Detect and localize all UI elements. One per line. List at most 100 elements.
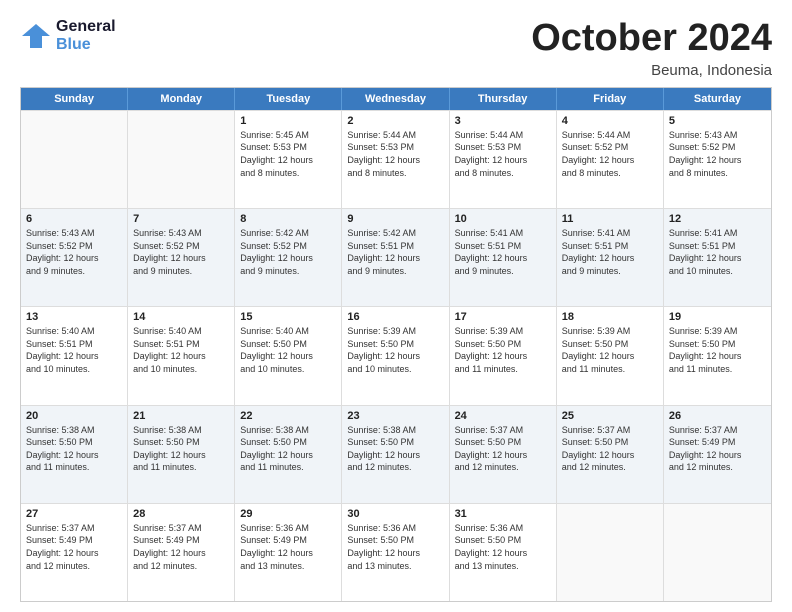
day-info: Sunrise: 5:42 AM Sunset: 5:51 PM Dayligh…	[347, 227, 443, 277]
calendar-row-3: 20 Sunrise: 5:38 AM Sunset: 5:50 PM Dayli…	[21, 405, 771, 503]
calendar-cell-r0-c2: 1 Sunrise: 5:45 AM Sunset: 5:53 PM Daylig…	[235, 111, 342, 208]
calendar-cell-r2-c4: 17 Sunrise: 5:39 AM Sunset: 5:50 PM Dayli…	[450, 307, 557, 404]
header-saturday: Saturday	[664, 88, 771, 110]
calendar-row-4: 27 Sunrise: 5:37 AM Sunset: 5:49 PM Dayli…	[21, 503, 771, 601]
calendar: Sunday Monday Tuesday Wednesday Thursday…	[20, 87, 772, 602]
calendar-cell-r4-c4: 31Sunrise: 5:36 AM Sunset: 5:50 PM Dayli…	[450, 504, 557, 601]
day-number: 17	[455, 311, 551, 323]
header-wednesday: Wednesday	[342, 88, 449, 110]
day-number: 28	[133, 508, 229, 520]
calendar-cell-r3-c5: 25 Sunrise: 5:37 AM Sunset: 5:50 PM Dayli…	[557, 406, 664, 503]
day-number: 3	[455, 115, 551, 127]
logo: GeneralBlue	[20, 18, 116, 53]
day-info: Sunrise: 5:42 AM Sunset: 5:52 PM Dayligh…	[240, 227, 336, 277]
day-info: Sunrise: 5:45 AM Sunset: 5:53 PM Dayligh…	[240, 129, 336, 179]
day-info: Sunrise: 5:43 AM Sunset: 5:52 PM Dayligh…	[133, 227, 229, 277]
day-number: 2	[347, 115, 443, 127]
calendar-cell-r4-c1: 28 Sunrise: 5:37 AM Sunset: 5:49 PM Dayli…	[128, 504, 235, 601]
calendar-cell-r0-c6: 5 Sunrise: 5:43 AM Sunset: 5:52 PM Daylig…	[664, 111, 771, 208]
day-number: 22	[240, 410, 336, 422]
day-number: 23	[347, 410, 443, 422]
day-info: Sunrise: 5:38 AM Sunset: 5:50 PM Dayligh…	[26, 424, 122, 474]
calendar-header: Sunday Monday Tuesday Wednesday Thursday…	[21, 88, 771, 110]
day-info: Sunrise: 5:40 AM Sunset: 5:51 PM Dayligh…	[133, 325, 229, 375]
calendar-cell-r1-c1: 7Sunrise: 5:43 AM Sunset: 5:52 PM Daylig…	[128, 209, 235, 306]
calendar-cell-r1-c0: 6 Sunrise: 5:43 AM Sunset: 5:52 PM Daylig…	[21, 209, 128, 306]
day-info: Sunrise: 5:36 AM Sunset: 5:50 PM Dayligh…	[455, 522, 551, 572]
calendar-row-0: 1 Sunrise: 5:45 AM Sunset: 5:53 PM Daylig…	[21, 110, 771, 208]
day-info: Sunrise: 5:37 AM Sunset: 5:49 PM Dayligh…	[26, 522, 122, 572]
calendar-cell-r1-c4: 10 Sunrise: 5:41 AM Sunset: 5:51 PM Dayli…	[450, 209, 557, 306]
month-title: October 2024	[531, 18, 772, 60]
day-number: 30	[347, 508, 443, 520]
calendar-cell-r1-c3: 9 Sunrise: 5:42 AM Sunset: 5:51 PM Daylig…	[342, 209, 449, 306]
day-info: Sunrise: 5:38 AM Sunset: 5:50 PM Dayligh…	[240, 424, 336, 474]
day-number: 8	[240, 213, 336, 225]
day-number: 9	[347, 213, 443, 225]
calendar-cell-r2-c2: 15Sunrise: 5:40 AM Sunset: 5:50 PM Dayli…	[235, 307, 342, 404]
page: GeneralBlue October 2024 Beuma, Indonesi…	[0, 0, 792, 612]
calendar-cell-r1-c6: 12Sunrise: 5:41 AM Sunset: 5:51 PM Dayli…	[664, 209, 771, 306]
day-info: Sunrise: 5:37 AM Sunset: 5:50 PM Dayligh…	[562, 424, 658, 474]
day-number: 29	[240, 508, 336, 520]
calendar-cell-r2-c1: 14 Sunrise: 5:40 AM Sunset: 5:51 PM Dayli…	[128, 307, 235, 404]
logo-blue-text: Blue	[56, 36, 116, 54]
calendar-cell-r3-c3: 23Sunrise: 5:38 AM Sunset: 5:50 PM Dayli…	[342, 406, 449, 503]
header-thursday: Thursday	[450, 88, 557, 110]
calendar-cell-r0-c5: 4Sunrise: 5:44 AM Sunset: 5:52 PM Daylig…	[557, 111, 664, 208]
day-number: 20	[26, 410, 122, 422]
day-info: Sunrise: 5:38 AM Sunset: 5:50 PM Dayligh…	[133, 424, 229, 474]
calendar-cell-r0-c1	[128, 111, 235, 208]
day-number: 15	[240, 311, 336, 323]
day-number: 13	[26, 311, 122, 323]
day-number: 6	[26, 213, 122, 225]
logo-icon	[20, 22, 52, 50]
day-info: Sunrise: 5:41 AM Sunset: 5:51 PM Dayligh…	[455, 227, 551, 277]
day-info: Sunrise: 5:37 AM Sunset: 5:49 PM Dayligh…	[669, 424, 766, 474]
calendar-cell-r2-c0: 13 Sunrise: 5:40 AM Sunset: 5:51 PM Dayli…	[21, 307, 128, 404]
day-number: 14	[133, 311, 229, 323]
day-number: 11	[562, 213, 658, 225]
day-info: Sunrise: 5:36 AM Sunset: 5:49 PM Dayligh…	[240, 522, 336, 572]
day-number: 1	[240, 115, 336, 127]
calendar-row-1: 6 Sunrise: 5:43 AM Sunset: 5:52 PM Daylig…	[21, 208, 771, 306]
day-info: Sunrise: 5:40 AM Sunset: 5:51 PM Dayligh…	[26, 325, 122, 375]
calendar-cell-r4-c6	[664, 504, 771, 601]
day-info: Sunrise: 5:37 AM Sunset: 5:49 PM Dayligh…	[133, 522, 229, 572]
day-number: 5	[669, 115, 766, 127]
day-info: Sunrise: 5:44 AM Sunset: 5:53 PM Dayligh…	[455, 129, 551, 179]
day-info: Sunrise: 5:43 AM Sunset: 5:52 PM Dayligh…	[669, 129, 766, 179]
day-info: Sunrise: 5:39 AM Sunset: 5:50 PM Dayligh…	[455, 325, 551, 375]
calendar-cell-r2-c5: 18 Sunrise: 5:39 AM Sunset: 5:50 PM Dayli…	[557, 307, 664, 404]
day-number: 25	[562, 410, 658, 422]
calendar-body: 1 Sunrise: 5:45 AM Sunset: 5:53 PM Daylig…	[21, 110, 771, 601]
day-info: Sunrise: 5:39 AM Sunset: 5:50 PM Dayligh…	[562, 325, 658, 375]
day-info: Sunrise: 5:41 AM Sunset: 5:51 PM Dayligh…	[669, 227, 766, 277]
header-monday: Monday	[128, 88, 235, 110]
header: GeneralBlue October 2024 Beuma, Indonesi…	[20, 18, 772, 79]
calendar-cell-r1-c2: 8 Sunrise: 5:42 AM Sunset: 5:52 PM Daylig…	[235, 209, 342, 306]
day-info: Sunrise: 5:43 AM Sunset: 5:52 PM Dayligh…	[26, 227, 122, 277]
day-number: 21	[133, 410, 229, 422]
day-number: 26	[669, 410, 766, 422]
day-number: 4	[562, 115, 658, 127]
logo-general-text: General	[56, 18, 116, 36]
day-number: 27	[26, 508, 122, 520]
day-number: 10	[455, 213, 551, 225]
day-number: 18	[562, 311, 658, 323]
day-info: Sunrise: 5:44 AM Sunset: 5:53 PM Dayligh…	[347, 129, 443, 179]
header-friday: Friday	[557, 88, 664, 110]
location-subtitle: Beuma, Indonesia	[531, 62, 772, 79]
day-info: Sunrise: 5:37 AM Sunset: 5:50 PM Dayligh…	[455, 424, 551, 474]
calendar-cell-r3-c6: 26 Sunrise: 5:37 AM Sunset: 5:49 PM Dayli…	[664, 406, 771, 503]
calendar-cell-r0-c3: 2 Sunrise: 5:44 AM Sunset: 5:53 PM Daylig…	[342, 111, 449, 208]
calendar-cell-r0-c0	[21, 111, 128, 208]
header-sunday: Sunday	[21, 88, 128, 110]
day-number: 24	[455, 410, 551, 422]
day-info: Sunrise: 5:39 AM Sunset: 5:50 PM Dayligh…	[669, 325, 766, 375]
day-number: 19	[669, 311, 766, 323]
calendar-cell-r2-c6: 19 Sunrise: 5:39 AM Sunset: 5:50 PM Dayli…	[664, 307, 771, 404]
calendar-cell-r3-c1: 21 Sunrise: 5:38 AM Sunset: 5:50 PM Dayli…	[128, 406, 235, 503]
calendar-cell-r4-c3: 30Sunrise: 5:36 AM Sunset: 5:50 PM Dayli…	[342, 504, 449, 601]
calendar-cell-r3-c0: 20 Sunrise: 5:38 AM Sunset: 5:50 PM Dayli…	[21, 406, 128, 503]
